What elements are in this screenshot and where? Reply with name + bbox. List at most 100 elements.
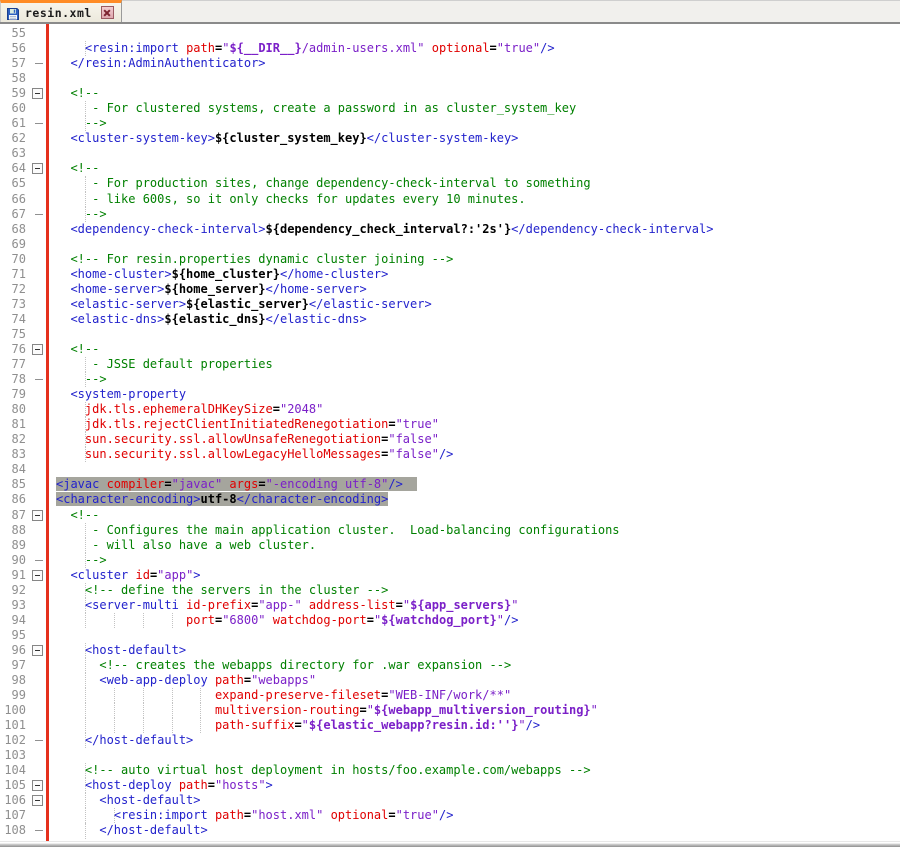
code-line[interactable]: 85 <javac compiler="javac" args="-encodin… <box>0 477 900 492</box>
line-number[interactable]: 73 <box>0 297 26 312</box>
code-line[interactable]: 87 <!-- <box>0 508 900 523</box>
line-number[interactable]: 74 <box>0 312 26 327</box>
fold-collapse-button[interactable] <box>26 161 49 176</box>
code-line[interactable]: 72 <home-server>${home_server}</home-ser… <box>0 282 900 297</box>
line-number[interactable]: 62 <box>0 131 26 146</box>
line-number[interactable]: 57 <box>0 56 26 71</box>
line-number[interactable]: 81 <box>0 417 26 432</box>
code-line[interactable]: 91 <cluster id="app"> <box>0 568 900 583</box>
line-number[interactable]: 93 <box>0 598 26 613</box>
code-line[interactable]: 79 <system-property <box>0 387 900 402</box>
code-line[interactable]: 90 --> <box>0 552 900 568</box>
line-number[interactable]: 89 <box>0 538 26 553</box>
code-line[interactable]: 99 expand-preserve-fileset="WEB-INF/work… <box>0 688 900 704</box>
fold-collapse-button[interactable] <box>26 342 49 357</box>
code-line[interactable]: 94 port="6800" watchdog-port="${watchdog… <box>0 612 900 628</box>
line-number[interactable]: 91 <box>0 568 26 583</box>
line-number[interactable]: 98 <box>0 673 26 688</box>
code-line[interactable]: 71 <home-cluster>${home_cluster}</home-c… <box>0 267 900 282</box>
code-line[interactable]: 96 <host-default> <box>0 642 900 658</box>
fold-collapse-button[interactable] <box>26 643 49 658</box>
line-number[interactable]: 82 <box>0 432 26 447</box>
line-number[interactable]: 94 <box>0 613 26 628</box>
line-number[interactable]: 97 <box>0 658 26 673</box>
code-line[interactable]: 65 - For production sites, change depend… <box>0 176 900 192</box>
code-line[interactable]: 88 - Configures the main application clu… <box>0 522 900 538</box>
line-number[interactable]: 79 <box>0 387 26 402</box>
line-number[interactable]: 77 <box>0 357 26 372</box>
tab-close-button[interactable] <box>100 6 114 19</box>
code-line[interactable]: 89 - will also have a web cluster. <box>0 537 900 553</box>
line-number[interactable]: 102 <box>0 733 26 748</box>
code-line[interactable]: 61 --> <box>0 116 900 132</box>
line-number[interactable]: 67 <box>0 207 26 222</box>
code-line[interactable]: 82 sun.security.ssl.allowUnsafeRenegotia… <box>0 432 900 448</box>
code-line[interactable]: 68 <dependency-check-interval>${dependen… <box>0 222 900 237</box>
fold-collapse-button[interactable] <box>26 86 49 101</box>
line-number[interactable]: 96 <box>0 643 26 658</box>
code-line[interactable]: 101 path-suffix="${elastic_webapp?resin.… <box>0 718 900 734</box>
line-number[interactable]: 76 <box>0 342 26 357</box>
line-number[interactable]: 107 <box>0 808 26 823</box>
line-number[interactable]: 83 <box>0 447 26 462</box>
line-number[interactable]: 75 <box>0 327 26 342</box>
code-line[interactable]: 75 <box>0 327 900 342</box>
line-number[interactable]: 84 <box>0 462 26 477</box>
code-line[interactable]: 56 <resin:import path="${__DIR__}/admin-… <box>0 41 900 57</box>
line-number[interactable]: 69 <box>0 237 26 252</box>
line-number[interactable]: 106 <box>0 793 26 808</box>
code-line[interactable]: 105 <host-deploy path="hosts"> <box>0 778 900 794</box>
line-number[interactable]: 90 <box>0 553 26 568</box>
line-number[interactable]: 99 <box>0 688 26 703</box>
line-number[interactable]: 95 <box>0 628 26 643</box>
code-line[interactable]: 58 <box>0 71 900 86</box>
code-line[interactable]: 73 <elastic-server>${elastic_server}</el… <box>0 297 900 312</box>
code-line[interactable]: 64 <!-- <box>0 161 900 176</box>
line-number[interactable]: 58 <box>0 71 26 86</box>
code-line[interactable]: 98 <web-app-deploy path="webapps" <box>0 673 900 689</box>
code-line[interactable]: 92 <!-- define the servers in the cluste… <box>0 582 900 598</box>
code-line[interactable]: 59 <!-- <box>0 86 900 101</box>
code-line[interactable]: 74 <elastic-dns>${elastic_dns}</elastic-… <box>0 312 900 327</box>
code-line[interactable]: 83 sun.security.ssl.allowLegacyHelloMess… <box>0 447 900 463</box>
line-number[interactable]: 59 <box>0 86 26 101</box>
code-line[interactable]: 66 - like 600s, so it only checks for up… <box>0 191 900 207</box>
code-line[interactable]: 69 <box>0 237 900 252</box>
line-number[interactable]: 86 <box>0 492 26 507</box>
code-line[interactable]: 97 <!-- creates the webapps directory fo… <box>0 657 900 674</box>
code-line[interactable]: 70 <!-- For resin.properties dynamic clu… <box>0 252 900 267</box>
fold-collapse-button[interactable] <box>26 508 49 523</box>
code-line[interactable]: 86 <character-encoding>utf-8</character-e… <box>0 492 900 507</box>
code-line[interactable]: 67 --> <box>0 206 900 222</box>
line-number[interactable]: 56 <box>0 41 26 56</box>
line-number[interactable]: 105 <box>0 778 26 793</box>
line-number[interactable]: 63 <box>0 146 26 161</box>
line-number[interactable]: 55 <box>0 26 26 41</box>
line-number[interactable]: 71 <box>0 267 26 282</box>
code-line[interactable]: 84 <box>0 462 900 477</box>
line-number[interactable]: 104 <box>0 763 26 778</box>
code-line[interactable]: 77 - JSSE default properties <box>0 357 900 373</box>
code-line[interactable]: 55 <box>0 26 900 41</box>
fold-collapse-button[interactable] <box>26 793 49 808</box>
code-line[interactable]: 104 <!-- auto virtual host deployment in… <box>0 763 900 779</box>
tab-resin-xml[interactable]: resin.xml <box>0 0 122 22</box>
code-line[interactable]: 60 - For clustered systems, create a pas… <box>0 101 900 117</box>
code-line[interactable]: 78 --> <box>0 372 900 388</box>
code-line[interactable]: 76 <!-- <box>0 342 900 357</box>
code-line[interactable]: 102 </host-default> <box>0 733 900 749</box>
code-line[interactable]: 81 jdk.tls.rejectClientInitiatedRenegoti… <box>0 417 900 433</box>
line-number[interactable]: 80 <box>0 402 26 417</box>
fold-collapse-button[interactable] <box>26 778 49 793</box>
code-line[interactable]: 57 </resin:AdminAuthenticator> <box>0 56 900 71</box>
line-number[interactable]: 100 <box>0 703 26 718</box>
line-number[interactable]: 68 <box>0 222 26 237</box>
line-number[interactable]: 88 <box>0 523 26 538</box>
line-number[interactable]: 61 <box>0 116 26 131</box>
line-number[interactable]: 108 <box>0 823 26 838</box>
fold-collapse-button[interactable] <box>26 568 49 583</box>
code-line[interactable]: 80 jdk.tls.ephemeralDHKeySize="2048" <box>0 402 900 418</box>
code-line[interactable]: 107 <resin:import path="host.xml" option… <box>0 808 900 824</box>
line-number[interactable]: 66 <box>0 192 26 207</box>
line-number[interactable]: 101 <box>0 718 26 733</box>
